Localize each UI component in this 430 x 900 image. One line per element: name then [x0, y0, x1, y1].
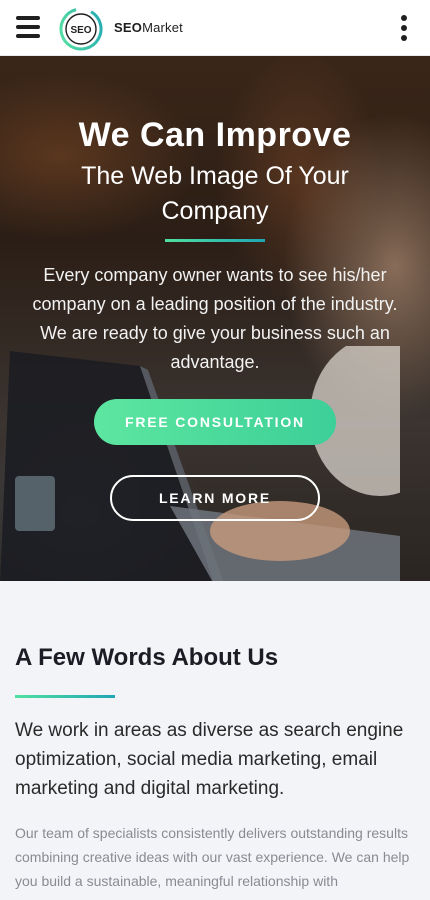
seo-logo-icon[interactable]: SEO — [58, 6, 104, 52]
hamburger-menu-icon[interactable] — [16, 16, 40, 38]
about-title: A Few Words About Us — [15, 644, 279, 671]
hero-background-image — [0, 346, 400, 581]
kebab-dot — [401, 15, 407, 21]
hero-divider — [165, 239, 265, 242]
brand-name[interactable]: SEOMarket — [114, 20, 183, 35]
hamburger-bar — [16, 25, 40, 29]
brand-name-rest: Market — [142, 20, 183, 35]
about-divider — [15, 695, 115, 698]
hero-title: We Can Improve — [78, 116, 352, 154]
brand-name-bold: SEO — [114, 20, 143, 35]
about-lead-text: We work in areas as diverse as search en… — [15, 720, 404, 799]
hero-section: We Can Improve The Web Image Of Your Com… — [0, 56, 430, 581]
free-consultation-button[interactable]: FREE CONSULTATION — [94, 399, 336, 445]
kebab-dot — [401, 35, 407, 41]
about-body-text: Our team of specialists consistently del… — [15, 825, 410, 889]
about-section: A Few Words About Us We work in areas as… — [0, 581, 430, 900]
learn-more-button[interactable]: LEARN MORE — [110, 475, 320, 521]
hero-description: Every company owner wants to see his/her… — [32, 265, 398, 372]
top-navbar: SEO SEOMarket — [0, 0, 430, 56]
hamburger-bar — [16, 34, 40, 38]
more-options-icon[interactable] — [400, 15, 408, 41]
hamburger-bar — [16, 16, 40, 20]
hero-subtitle: The Web Image Of Your Company — [81, 162, 349, 225]
kebab-dot — [401, 25, 407, 31]
logo-badge-text: SEO — [70, 25, 91, 36]
